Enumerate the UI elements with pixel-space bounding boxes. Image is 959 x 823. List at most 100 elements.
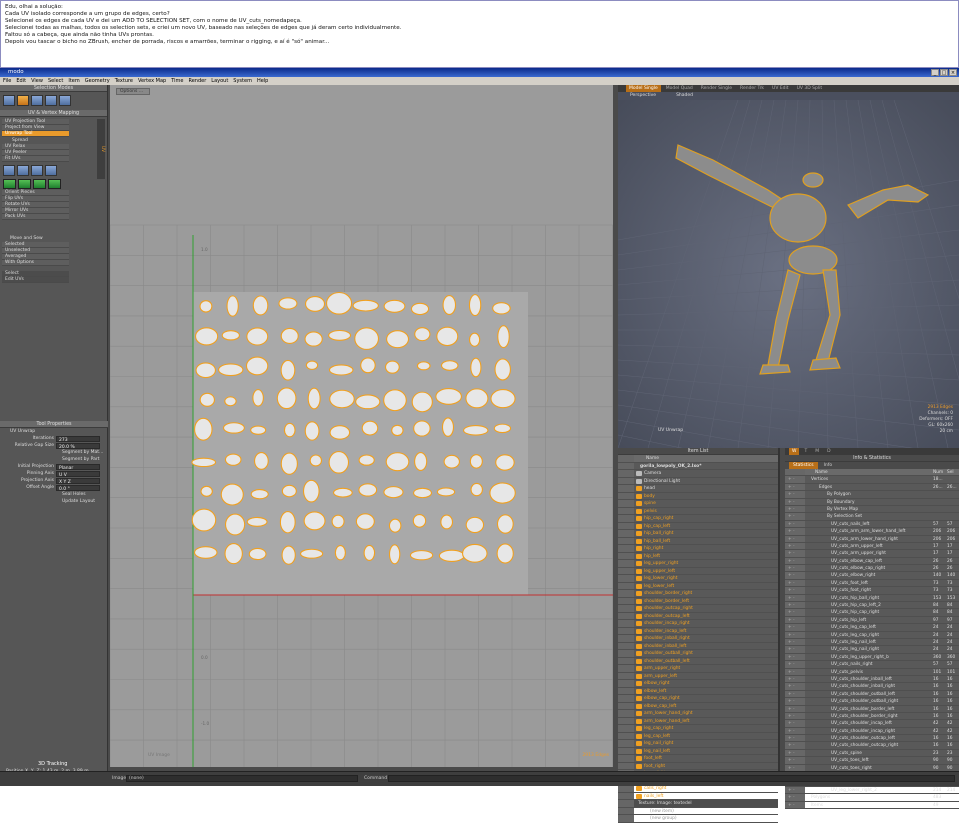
item-list-row[interactable]: shoulder_outball_right bbox=[618, 650, 778, 658]
new-group[interactable]: (new group) bbox=[618, 815, 778, 823]
item-list-row[interactable]: shoulder_border_right bbox=[618, 590, 778, 598]
layout-tab[interactable]: Render Trk bbox=[737, 85, 767, 92]
tab-statistics[interactable]: Statistics bbox=[789, 462, 818, 469]
layout-tab[interactable]: Model Single bbox=[626, 85, 661, 92]
close-button[interactable]: × bbox=[949, 69, 957, 76]
stats-row[interactable]: + - UV_cuts_shoulder_incap_left 42 42 bbox=[785, 720, 959, 728]
item-list-row[interactable]: shoulder_inball_right bbox=[618, 635, 778, 643]
stats-row[interactable]: + - UV_cuts_nails_right 57 57 bbox=[785, 661, 959, 669]
stats-row[interactable]: + - UV_cuts_leg_nail_right 24 24 bbox=[785, 646, 959, 654]
stats-row[interactable]: + - UV_cuts_elbow_right 140 140 bbox=[785, 572, 959, 580]
item-list-row[interactable]: leg_upper_right bbox=[618, 560, 778, 568]
item-list-row[interactable]: shoulder_inball_left bbox=[618, 642, 778, 650]
item-list-row[interactable]: hip_ball_right bbox=[618, 530, 778, 538]
layout-tab[interactable]: UV Edit bbox=[769, 85, 792, 92]
stats-row[interactable]: + - UV_cuts_hip_ball_right 153 153 bbox=[785, 594, 959, 603]
stats-row[interactable]: + - By Selection Set bbox=[785, 513, 959, 521]
layout-tab[interactable]: UV 3D Split bbox=[794, 85, 826, 92]
menu-item[interactable]: Item bbox=[68, 77, 79, 85]
item-list-row[interactable]: hip_cap_left bbox=[618, 522, 778, 530]
stats-row[interactable]: + - By Vertex Map bbox=[785, 505, 959, 514]
item-list-row[interactable]: body bbox=[618, 492, 778, 500]
menu-geometry[interactable]: Geometry bbox=[85, 77, 110, 85]
menu-view[interactable]: View bbox=[31, 77, 43, 85]
scale-icon[interactable] bbox=[31, 165, 43, 176]
stats-row[interactable]: + - UV_cuts_shoulder_outcap_left 16 16 bbox=[785, 735, 959, 743]
scene-root[interactable]: gorila_lowpoly_OK_2.lxo* bbox=[618, 462, 778, 470]
tool-fit-uvs[interactable]: Fit UVs bbox=[2, 156, 69, 162]
projection-axis-field[interactable]: X Y Z bbox=[56, 477, 100, 485]
item-list-row[interactable]: Camera bbox=[618, 470, 778, 478]
menu-vertex-map[interactable]: Vertex Map bbox=[138, 77, 166, 85]
stats-row[interactable]: + - UV_cuts_nails_left 57 57 bbox=[785, 520, 959, 529]
stats-row[interactable]: + - UV_cuts_arm_arm_lower_hand_left 206 206 bbox=[785, 528, 959, 536]
menu-texture[interactable]: Texture bbox=[115, 77, 133, 85]
flip-icon[interactable] bbox=[45, 165, 57, 176]
stats-row[interactable]: + - UV_cuts_shoulder_incap_right 42 42 bbox=[785, 727, 959, 736]
seal-holes-checkbox[interactable]: Seal Holes bbox=[0, 491, 108, 498]
item-list-row[interactable]: pelvis bbox=[618, 507, 778, 515]
view-mode-select[interactable]: Perspective bbox=[630, 92, 656, 100]
item-list-row[interactable]: leg_nail_left bbox=[618, 747, 778, 755]
image-select[interactable]: (none) bbox=[126, 775, 358, 782]
stats-row[interactable]: + - Edges 26... 26... bbox=[785, 483, 959, 492]
stats-row[interactable]: + - Vertices 18... bbox=[785, 476, 959, 484]
tool-pack-uvs[interactable]: Pack UVs bbox=[2, 214, 69, 220]
item-list-row[interactable]: Directional Light bbox=[618, 477, 778, 485]
item-list-row[interactable]: leg_cap_left bbox=[618, 732, 778, 740]
item-list-row[interactable]: elbow_cap_right bbox=[618, 695, 778, 703]
item-list-row[interactable]: elbow_cap_left bbox=[618, 702, 778, 710]
menu-render[interactable]: Render bbox=[188, 77, 206, 85]
item-list-row[interactable]: arm_upper_right bbox=[618, 665, 778, 673]
update-layout-checkbox[interactable]: Update Layout bbox=[0, 498, 108, 505]
item-list-row[interactable]: arm_lower_hand_right bbox=[618, 710, 778, 718]
stats-row[interactable]: + - UV_cuts_leg_nail_left 24 24 bbox=[785, 638, 959, 647]
stats-row[interactable]: + - UV_cuts_shoulder_inball_left 16 16 bbox=[785, 675, 959, 684]
segment-by-part-checkbox[interactable]: Segment by Part bbox=[0, 456, 108, 463]
item-list-row[interactable]: elbow_right bbox=[618, 680, 778, 688]
stats-row[interactable]: + - UV_cuts_arm_upper_left 17 17 bbox=[785, 542, 959, 551]
stats-row[interactable]: + - UV_cuts_shoulder_border_right 16 16 bbox=[785, 712, 959, 721]
item-mode-icon[interactable] bbox=[45, 95, 57, 106]
stats-row[interactable]: + - UV_cuts_foot_right 73 73 bbox=[785, 587, 959, 595]
new-item[interactable]: (new item) bbox=[618, 807, 778, 815]
item-list-row[interactable]: hip_right bbox=[618, 545, 778, 553]
stats-row[interactable]: + - UV_cuts_shoulder_outball_right 16 16 bbox=[785, 698, 959, 706]
item-list-row[interactable]: elbow_left bbox=[618, 687, 778, 695]
item-list-row[interactable]: shoulder_border_left bbox=[618, 597, 778, 605]
stats-row[interactable]: + - UV_cuts_arm_upper_right 17 17 bbox=[785, 550, 959, 558]
item-list-row[interactable]: shoulder_incap_right bbox=[618, 620, 778, 628]
stats-row[interactable]: + - Items 49 bbox=[785, 801, 959, 809]
item-list-row[interactable]: nails_left bbox=[618, 792, 778, 800]
menu-layout[interactable]: Layout bbox=[211, 77, 228, 85]
item-list-row[interactable]: leg_nail_right bbox=[618, 740, 778, 748]
item-list-row[interactable]: leg_upper_left bbox=[618, 567, 778, 575]
menu-file[interactable]: File bbox=[3, 77, 11, 85]
edit-uvs-dropdown[interactable]: Edit UVs bbox=[2, 277, 69, 283]
material-mode-icon[interactable] bbox=[59, 95, 71, 106]
item-list-row[interactable]: leg_cap_right bbox=[618, 725, 778, 733]
maximize-button[interactable]: □ bbox=[940, 69, 948, 76]
rotate-icon[interactable] bbox=[17, 165, 29, 176]
stats-row[interactable]: + - UV_cuts_leg_cap_right 24 24 bbox=[785, 631, 959, 639]
item-list-row[interactable]: leg_lower_left bbox=[618, 582, 778, 590]
layout-tab[interactable]: Render Single bbox=[698, 85, 735, 92]
item-list-row[interactable]: foot_right bbox=[618, 762, 778, 770]
polygon-mode-icon[interactable] bbox=[31, 95, 43, 106]
3d-viewport[interactable]: Model Single Model Quad Render Single Rende… bbox=[618, 85, 959, 448]
tab-info[interactable]: Info bbox=[824, 462, 833, 469]
stats-tab[interactable]: D bbox=[824, 448, 833, 455]
vertex-mode-icon[interactable] bbox=[3, 95, 15, 106]
stats-row[interactable]: + - UV_cuts_hip_left 97 97 bbox=[785, 616, 959, 625]
item-list-row[interactable]: spine bbox=[618, 500, 778, 508]
initial-projection-select[interactable]: Planar bbox=[56, 463, 100, 471]
menu-system[interactable]: System bbox=[233, 77, 252, 85]
menu-edit[interactable]: Edit bbox=[16, 77, 26, 85]
stats-tab[interactable]: T bbox=[801, 448, 810, 455]
item-list-row[interactable]: hip_ball_left bbox=[618, 537, 778, 545]
menu-select[interactable]: Select bbox=[48, 77, 63, 85]
item-list-row[interactable]: hip_cap_right bbox=[618, 515, 778, 523]
stats-row[interactable]: + - UV_cuts_elbow_cap_right 26 26 bbox=[785, 565, 959, 573]
layout-tab[interactable]: Model Quad bbox=[663, 85, 696, 92]
stats-row[interactable]: + - By Boundary bbox=[785, 498, 959, 506]
